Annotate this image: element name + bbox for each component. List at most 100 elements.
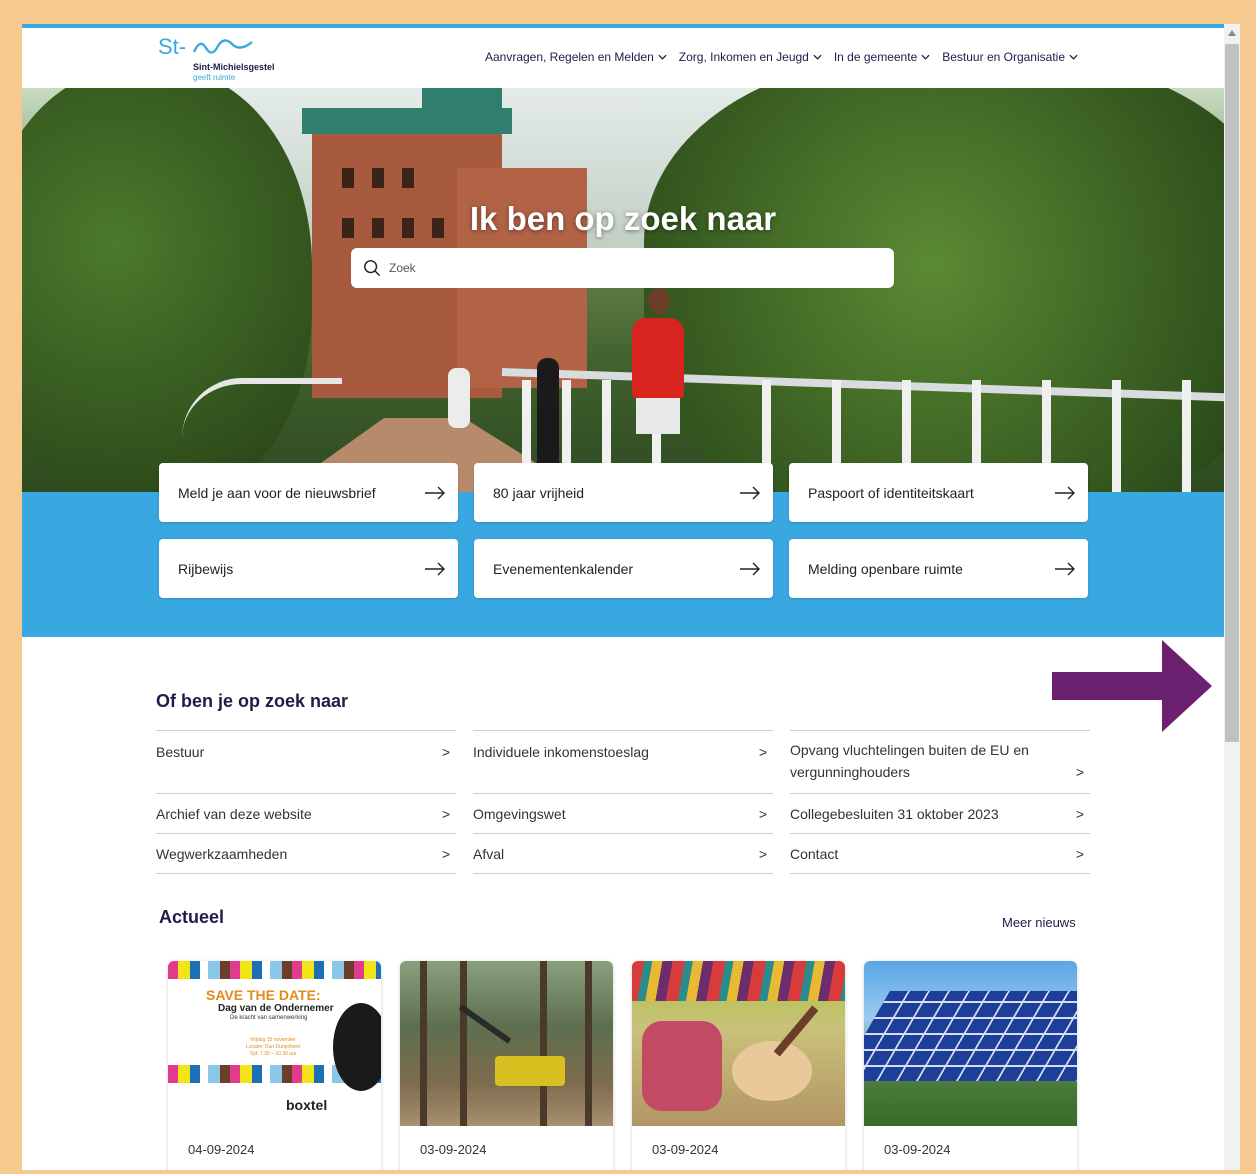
nav-item-label: In de gemeente <box>833 50 918 64</box>
news-card-image-save-the-date: SAVE THE DATE: Dag van de Ondernemer De … <box>168 961 381 1126</box>
news-card[interactable]: SAVE THE DATE: Dag van de Ondernemer De … <box>168 961 381 1170</box>
search-icon <box>364 260 381 277</box>
hero-person-walking <box>537 358 559 468</box>
secondary-links-title: Of ben je op zoek naar <box>156 691 349 711</box>
nav-item-bestuur[interactable]: Bestuur en Organisatie <box>942 50 1078 64</box>
arrow-right-icon <box>1055 562 1075 575</box>
image-blanket <box>632 961 845 1001</box>
link-label: Afval <box>473 845 505 862</box>
arrow-right-icon <box>740 486 760 499</box>
hero-window <box>342 168 354 188</box>
nav-item-gemeente[interactable]: In de gemeente <box>834 50 930 64</box>
news-card-date: 03-09-2024 <box>884 1142 951 1157</box>
logo-tagline: geeft ruimte <box>193 73 236 82</box>
tile-label: Melding openbare ruimte <box>808 560 963 577</box>
quick-links-grid: Meld je aan voor de nieuwsbrief 80 jaar … <box>159 463 1089 598</box>
flyer-portrait <box>333 1003 381 1091</box>
more-news-link[interactable]: Meer nieuws <box>1002 915 1076 930</box>
link-label: Opvang vluchtelingen buiten de EU en ver… <box>790 742 1029 780</box>
chevron-down-icon <box>921 54 930 60</box>
link-collegebesluiten[interactable]: Collegebesluiten 31 oktober 2023 > <box>790 793 1090 833</box>
news-card-date: 03-09-2024 <box>652 1142 719 1157</box>
chevron-right-icon: > <box>1075 764 1084 780</box>
browser-viewport: St- Sint-Michielsgestel geeft ruimte Aan… <box>22 24 1224 1170</box>
chevron-right-icon: > <box>758 744 767 760</box>
image-fabric <box>642 1021 722 1111</box>
tile-label: Paspoort of identiteitskaart <box>808 484 974 501</box>
arrow-right-icon <box>425 562 445 575</box>
image-tree-trunk <box>540 961 547 1126</box>
news-card[interactable]: 03-09-2024 <box>864 961 1077 1170</box>
chevron-down-icon <box>1069 54 1078 60</box>
hero-banner: Ik ben op zoek naar <box>22 88 1224 492</box>
arrow-right-icon <box>740 562 760 575</box>
logo-name: Sint-Michielsgestel <box>193 62 275 72</box>
link-afval[interactable]: Afval > <box>473 833 773 874</box>
search-input[interactable] <box>389 261 849 275</box>
link-omgevingswet[interactable]: Omgevingswet > <box>473 793 773 833</box>
scroll-thumb[interactable] <box>1225 44 1239 742</box>
link-label: Collegebesluiten 31 oktober 2023 <box>790 805 999 822</box>
tile-label: 80 jaar vrijheid <box>493 484 585 501</box>
site-header: St- Sint-Michielsgestel geeft ruimte Aan… <box>22 28 1224 88</box>
flyer-save-the-date: SAVE THE DATE: <box>206 987 321 1003</box>
nav-item-label: Bestuur en Organisatie <box>942 50 1065 64</box>
hero-person-red-shirt <box>632 318 684 434</box>
arrow-right-icon <box>425 486 445 499</box>
link-bestuur[interactable]: Bestuur > <box>156 730 456 793</box>
news-card-image-forest <box>400 961 613 1126</box>
arrow-right-icon <box>1055 486 1075 499</box>
tile-paspoort[interactable]: Paspoort of identiteitskaart <box>789 463 1088 522</box>
nav-item-aanvragen[interactable]: Aanvragen, Regelen en Melden <box>485 50 667 64</box>
link-archief[interactable]: Archief van deze website > <box>156 793 456 833</box>
image-tree-trunk <box>585 961 592 1126</box>
vertical-scrollbar[interactable] <box>1224 24 1240 1170</box>
news-card-image-solar <box>864 961 1077 1126</box>
link-column: Opvang vluchtelingen buiten de EU en ver… <box>790 730 1090 874</box>
tile-melding-openbare-ruimte[interactable]: Melding openbare ruimte <box>789 539 1088 598</box>
nav-item-label: Zorg, Inkomen en Jeugd <box>678 50 809 64</box>
hero-bridge-post <box>1182 380 1191 492</box>
chevron-right-icon: > <box>758 805 767 822</box>
secondary-links-grid: Bestuur > Archief van deze website > Weg… <box>156 730 1091 874</box>
tile-rijbewijs[interactable]: Rijbewijs <box>159 539 458 598</box>
tile-80-jaar-vrijheid[interactable]: 80 jaar vrijheid <box>474 463 773 522</box>
chevron-right-icon: > <box>441 744 450 760</box>
hero-window <box>372 168 384 188</box>
nav-item-label: Aanvragen, Regelen en Melden <box>484 50 654 64</box>
flyer-brand: boxtel <box>286 1097 328 1113</box>
image-guitar <box>732 1041 812 1101</box>
chevron-right-icon: > <box>1075 805 1084 822</box>
link-label: Wegwerkzaamheden <box>156 845 288 862</box>
image-tree-trunk <box>420 961 427 1126</box>
link-label: Individuele inkomenstoeslag <box>473 744 649 760</box>
link-opvang-vluchtelingen[interactable]: Opvang vluchtelingen buiten de EU en ver… <box>790 730 1090 793</box>
news-card-date: 03-09-2024 <box>420 1142 487 1157</box>
logo-mark-icon: St- <box>158 34 253 59</box>
flyer-event-title: Dag van de Ondernemer <box>218 1003 334 1014</box>
news-card[interactable]: 03-09-2024 <box>632 961 845 1170</box>
chevron-down-icon <box>658 54 667 60</box>
tile-evenementenkalender[interactable]: Evenementenkalender <box>474 539 773 598</box>
nav-item-zorg[interactable]: Zorg, Inkomen en Jeugd <box>679 50 822 64</box>
link-contact[interactable]: Contact > <box>790 833 1090 874</box>
hero-tower <box>422 88 502 128</box>
tile-label: Rijbewijs <box>178 560 234 577</box>
tile-nieuwsbrief[interactable]: Meld je aan voor de nieuwsbrief <box>159 463 458 522</box>
news-card[interactable]: 03-09-2024 <box>400 961 613 1170</box>
hero-title: Ik ben op zoek naar <box>469 200 777 237</box>
chevron-right-icon: > <box>1075 845 1084 862</box>
link-wegwerkzaamheden[interactable]: Wegwerkzaamheden > <box>156 833 456 874</box>
link-label: Archief van deze website <box>156 805 312 822</box>
flyer-tagline: De kracht van samenwerking <box>230 1015 308 1021</box>
news-card-image-guitar <box>632 961 845 1126</box>
link-column: Individuele inkomenstoeslag > Omgevingsw… <box>473 730 773 874</box>
link-inkomenstoeslag[interactable]: Individuele inkomenstoeslag > <box>473 730 773 793</box>
svg-text:St-: St- <box>158 34 186 59</box>
chevron-right-icon: > <box>758 845 767 862</box>
chevron-right-icon: > <box>441 805 450 822</box>
link-column: Bestuur > Archief van deze website > Weg… <box>156 730 456 874</box>
scroll-up-icon[interactable] <box>1228 30 1236 36</box>
search-bar[interactable] <box>351 248 894 288</box>
site-logo[interactable]: St- Sint-Michielsgestel geeft ruimte <box>158 34 308 86</box>
